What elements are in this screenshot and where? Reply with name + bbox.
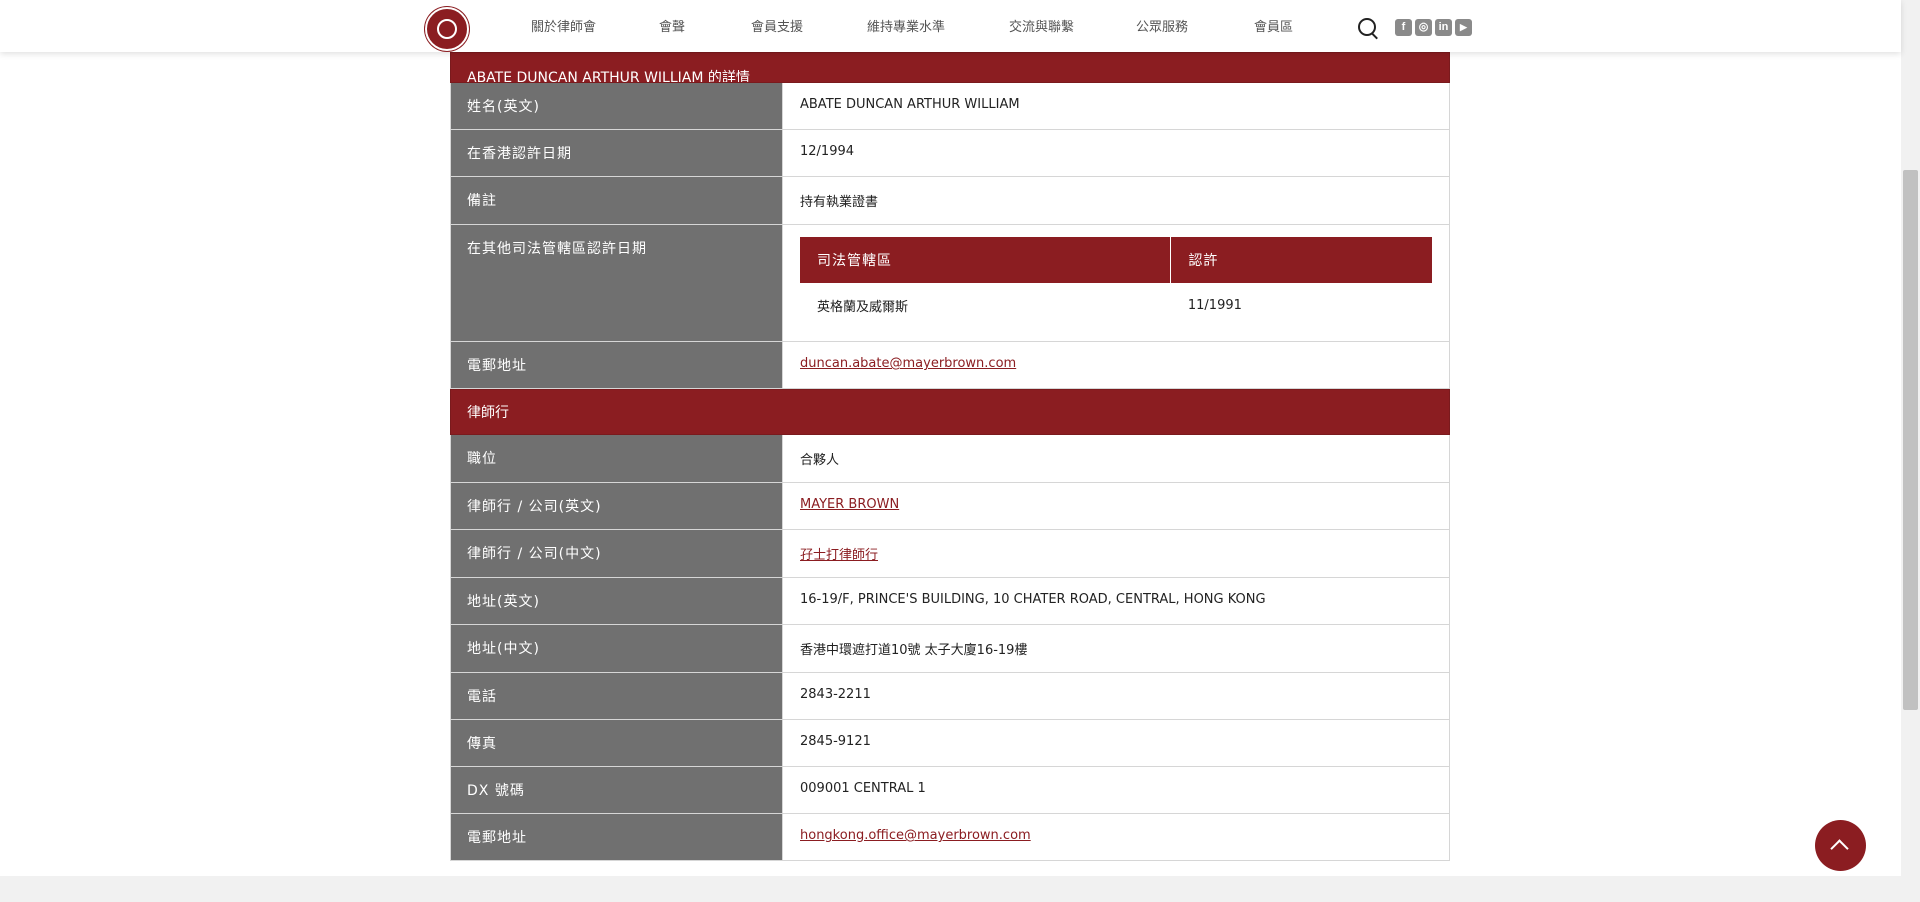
firm-email-link[interactable]: hongkong.office@mayerbrown.com: [800, 828, 1031, 843]
nav-news[interactable]: 會聲: [659, 16, 685, 35]
row-dx: DX 號碼 009001 CENTRAL 1: [450, 767, 1450, 814]
nav-member-support[interactable]: 會員支援: [751, 16, 803, 35]
row-firm-name-en: 律師行 / 公司(英文) MAYER BROWN: [450, 483, 1450, 530]
back-to-top-button[interactable]: [1815, 820, 1866, 871]
label-phone: 電話: [450, 673, 783, 719]
law-society-logo[interactable]: [425, 7, 469, 51]
value-address-en: 16-19/F, PRINCE'S BUILDING, 10 CHATER RO…: [783, 578, 1450, 624]
value-dx: 009001 CENTRAL 1: [783, 767, 1450, 813]
cell-admission: 11/1991: [1187, 297, 1242, 313]
label-position: 職位: [450, 435, 783, 482]
value-address-zh: 香港中環遮打道10號 太子大廈16-19樓: [783, 625, 1450, 672]
cell-jurisdiction: 英格蘭及威爾斯: [817, 299, 909, 315]
row-remarks: 備註 持有執業證書: [450, 177, 1450, 225]
label-address-zh: 地址(中文): [450, 625, 783, 672]
row-name-en: 姓名(英文) ABATE DUNCAN ARTHUR WILLIAM: [450, 83, 1450, 130]
nav-public-service[interactable]: 公眾服務: [1136, 16, 1188, 35]
jurisdiction-table: 司法管轄區 認許 英格蘭及威爾斯 11/1991: [800, 237, 1432, 327]
profile-heading: ABATE DUNCAN ARTHUR WILLIAM 的詳情: [450, 52, 1450, 83]
email-link[interactable]: duncan.abate@mayerbrown.com: [800, 356, 1016, 371]
top-navigation: 關於律師會 會聲 會員支援 維持專業水準 交流與聯繫 公眾服務 會員區 f ◎ …: [0, 0, 1901, 52]
value-phone: 2843-2211: [783, 673, 1450, 719]
value-remarks: 持有執業證書: [783, 177, 1450, 224]
nav-members-area[interactable]: 會員區: [1254, 16, 1293, 35]
row-address-en: 地址(英文) 16-19/F, PRINCE'S BUILDING, 10 CH…: [450, 578, 1450, 625]
label-firm-email: 電郵地址: [450, 814, 783, 860]
row-hk-admission: 在香港認許日期 12/1994: [450, 130, 1450, 177]
value-hk-admission: 12/1994: [783, 130, 1450, 176]
label-email: 電郵地址: [450, 342, 783, 388]
row-address-zh: 地址(中文) 香港中環遮打道10號 太子大廈16-19樓: [450, 625, 1450, 673]
label-remarks: 備註: [450, 177, 783, 224]
search-icon[interactable]: [1358, 18, 1376, 36]
row-firm-name-zh: 律師行 / 公司(中文) 孖士打律師行: [450, 530, 1450, 578]
scrollbar-thumb[interactable]: [1903, 170, 1918, 710]
label-address-en: 地址(英文): [450, 578, 783, 624]
footer-strip: [0, 876, 1901, 902]
label-other-jurisdictions: 在其他司法管轄區認許日期: [450, 225, 783, 341]
solicitor-details: ABATE DUNCAN ARTHUR WILLIAM 的詳情 姓名(英文) A…: [450, 0, 1450, 861]
firm-name-zh-link[interactable]: 孖士打律師行: [800, 548, 878, 563]
value-name-en: ABATE DUNCAN ARTHUR WILLIAM: [783, 83, 1450, 129]
header-jurisdiction: 司法管轄區: [800, 237, 1171, 283]
row-email: 電郵地址 duncan.abate@mayerbrown.com: [450, 342, 1450, 389]
header-admission: 認許: [1170, 237, 1432, 283]
label-dx: DX 號碼: [450, 767, 783, 813]
row-firm-email: 電郵地址 hongkong.office@mayerbrown.com: [450, 814, 1450, 861]
linkedin-icon[interactable]: in: [1435, 19, 1452, 36]
youtube-icon[interactable]: ▶: [1455, 19, 1472, 36]
label-firm-name-zh: 律師行 / 公司(中文): [450, 530, 783, 577]
nav-networking[interactable]: 交流與聯繫: [1009, 16, 1074, 35]
firm-name-en-link[interactable]: MAYER BROWN: [800, 497, 899, 512]
label-firm-name-en: 律師行 / 公司(英文): [450, 483, 783, 529]
table-row: 英格蘭及威爾斯 11/1991: [800, 283, 1432, 327]
nav-standards[interactable]: 維持專業水準: [867, 16, 945, 35]
row-phone: 電話 2843-2211: [450, 673, 1450, 720]
facebook-icon[interactable]: f: [1395, 19, 1412, 36]
row-other-jurisdictions: 在其他司法管轄區認許日期 司法管轄區 認許 英格蘭及威爾斯 11/1991: [450, 225, 1450, 342]
label-fax: 傳真: [450, 720, 783, 766]
instagram-icon[interactable]: ◎: [1415, 19, 1432, 36]
label-name-en: 姓名(英文): [450, 83, 783, 129]
row-fax: 傳真 2845-9121: [450, 720, 1450, 767]
nav-about[interactable]: 關於律師會: [531, 16, 596, 35]
firm-heading: 律師行: [450, 389, 1450, 435]
label-hk-admission: 在香港認許日期: [450, 130, 783, 176]
value-position: 合夥人: [783, 435, 1450, 482]
row-position: 職位 合夥人: [450, 435, 1450, 483]
value-fax: 2845-9121: [783, 720, 1450, 766]
